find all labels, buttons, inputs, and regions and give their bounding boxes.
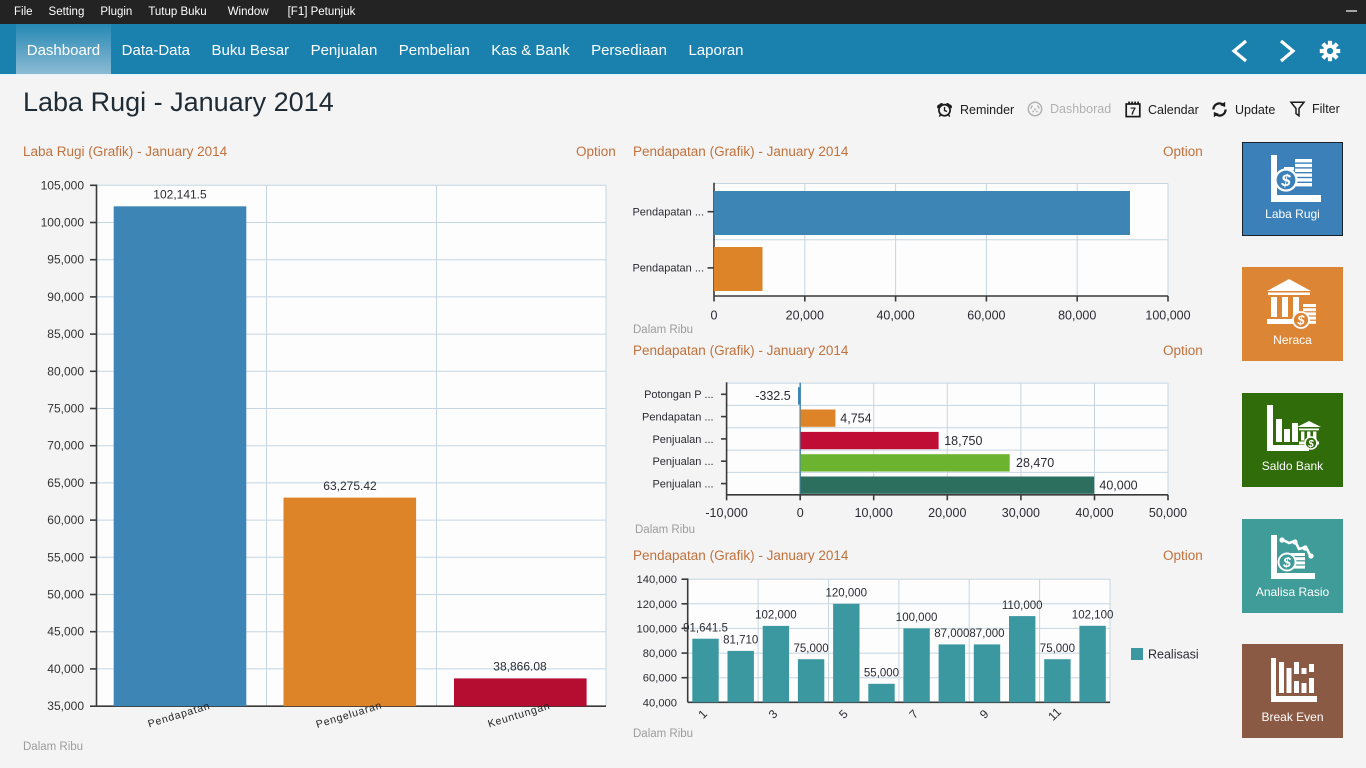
svg-text:28,470: 28,470 [1016,456,1054,470]
svg-text:60,000: 60,000 [643,673,677,685]
svg-text:70,000: 70,000 [47,439,84,453]
svg-text:81,710: 81,710 [723,635,758,647]
svg-text:75,000: 75,000 [794,643,829,655]
svg-text:3: 3 [766,707,781,722]
svg-text:Penjualan ...: Penjualan ... [652,456,713,468]
svg-text:40,000: 40,000 [47,662,84,676]
svg-text:80,000: 80,000 [47,364,84,378]
svg-text:140,000: 140,000 [637,574,677,586]
svg-text:75,000: 75,000 [47,402,84,416]
svg-text:40,000: 40,000 [1099,478,1137,492]
svg-text:10,000: 10,000 [855,506,893,520]
svg-text:-10,000: -10,000 [705,506,747,520]
svg-text:80,000: 80,000 [1058,309,1096,323]
svg-text:100,000: 100,000 [896,612,938,624]
svg-text:4,754: 4,754 [840,412,871,426]
svg-text:Pendapatan ...: Pendapatan ... [632,263,704,275]
svg-text:1: 1 [695,707,710,722]
svg-text:35,000: 35,000 [47,699,84,713]
svg-text:100,000: 100,000 [41,216,85,230]
svg-text:55,000: 55,000 [864,668,899,680]
svg-text:102,100: 102,100 [1072,610,1114,622]
svg-text:$: $ [1280,171,1291,190]
svg-text:Dalam Ribu: Dalam Ribu [635,524,695,536]
svg-text:$: $ [1296,313,1305,328]
svg-text:Dalam Ribu: Dalam Ribu [633,324,693,336]
svg-text:0: 0 [797,506,804,520]
svg-text:65,000: 65,000 [47,476,84,490]
svg-text:63,275.42: 63,275.42 [323,479,377,493]
svg-text:Penjualan ...: Penjualan ... [652,479,713,491]
svg-text:$: $ [1307,439,1314,450]
svg-text:38,866.08: 38,866.08 [493,660,547,674]
svg-text:80,000: 80,000 [643,648,677,660]
svg-text:Penjualan ...: Penjualan ... [652,434,713,446]
svg-text:18,750: 18,750 [944,434,982,448]
svg-text:100,000: 100,000 [1145,309,1190,323]
svg-text:90,000: 90,000 [47,290,84,304]
svg-text:Potongan P ...: Potongan P ... [644,389,714,401]
svg-text:Realisasi: Realisasi [1148,648,1199,662]
svg-text:0: 0 [711,309,718,323]
svg-text:40,000: 40,000 [876,309,914,323]
svg-text:75,000: 75,000 [1040,643,1075,655]
svg-text:30,000: 30,000 [1002,506,1040,520]
svg-text:102,141.5: 102,141.5 [153,188,207,202]
svg-text:55,000: 55,000 [47,550,84,564]
svg-text:5: 5 [836,707,851,722]
svg-text:60,000: 60,000 [967,309,1005,323]
svg-text:11: 11 [1045,705,1064,724]
svg-text:50,000: 50,000 [47,588,84,602]
svg-text:95,000: 95,000 [47,253,84,267]
svg-text:40,000: 40,000 [643,697,677,709]
svg-text:7: 7 [1130,105,1136,117]
svg-text:40,000: 40,000 [1075,506,1113,520]
svg-text:105,000: 105,000 [41,178,85,192]
svg-text:91,641.5: 91,641.5 [683,623,728,635]
svg-text:20,000: 20,000 [786,309,824,323]
svg-text:9: 9 [977,707,992,722]
svg-text:102,000: 102,000 [755,610,797,622]
svg-text:120,000: 120,000 [826,588,868,600]
svg-text:7: 7 [906,707,921,722]
svg-text:Dalam Ribu: Dalam Ribu [23,741,83,753]
svg-text:60,000: 60,000 [47,513,84,527]
svg-text:45,000: 45,000 [47,625,84,639]
svg-text:50,000: 50,000 [1149,506,1187,520]
svg-text:120,000: 120,000 [637,599,677,611]
svg-text:87,000: 87,000 [969,628,1004,640]
svg-text:100,000: 100,000 [637,623,677,635]
svg-text:-332.5: -332.5 [755,389,790,403]
svg-text:$: $ [1282,554,1291,570]
svg-text:Pendapatan ...: Pendapatan ... [642,412,714,424]
svg-text:87,000: 87,000 [934,628,969,640]
svg-text:20,000: 20,000 [928,506,966,520]
svg-text:110,000: 110,000 [1002,600,1043,612]
svg-text:85,000: 85,000 [47,327,84,341]
svg-text:Pendapatan ...: Pendapatan ... [632,207,704,219]
svg-text:Dalam Ribu: Dalam Ribu [633,728,693,740]
